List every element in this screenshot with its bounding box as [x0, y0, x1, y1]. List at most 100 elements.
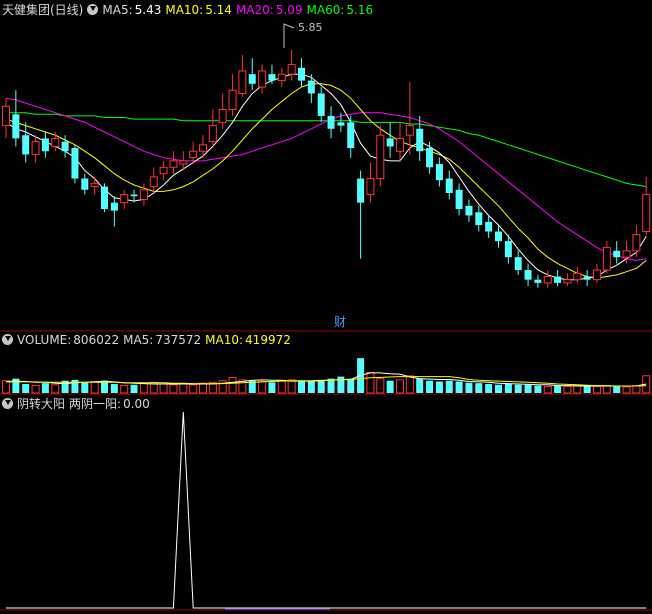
volume-value: 806022 — [73, 333, 120, 347]
volume-bar — [514, 384, 522, 393]
candle-body — [554, 276, 562, 283]
candle-body — [208, 125, 217, 143]
candle-body — [465, 205, 473, 216]
candle-body — [485, 221, 493, 232]
candle-body — [90, 182, 99, 188]
volume-bar — [386, 380, 394, 393]
volume-bar — [81, 382, 89, 393]
candle-body — [613, 250, 621, 258]
candle-body — [455, 189, 463, 210]
volume-bar — [307, 381, 315, 393]
candle-body — [376, 134, 385, 180]
moving-average-lines — [5, 73, 647, 281]
volume-bar — [602, 385, 611, 394]
volume-bar — [524, 383, 532, 393]
volume-dropdown-icon[interactable] — [2, 334, 13, 345]
stock-name: 天健集团(日线) — [2, 3, 84, 17]
volume-bar — [435, 381, 443, 393]
candlesticks — [2, 50, 651, 288]
candle-body — [169, 160, 178, 168]
candle-body — [583, 276, 591, 280]
volume-bar — [376, 378, 385, 394]
finance-marker[interactable]: 财 — [334, 315, 346, 329]
candle-body — [386, 138, 394, 147]
candle-body — [495, 231, 502, 242]
volume-bar — [120, 385, 129, 394]
candle-body — [2, 105, 10, 127]
volume-bar — [485, 383, 493, 393]
volume-bar — [90, 381, 99, 394]
volume-bars — [2, 358, 651, 394]
candle-body — [287, 64, 296, 75]
price-header: 天健集团(日线) MA5: 5.43 MA10: 5.14 MA20: 5.09 MA60: 5… — [2, 2, 377, 18]
candle-body — [139, 189, 148, 200]
volume-bar — [130, 384, 138, 393]
volume-bar — [416, 378, 424, 393]
indicator-dropdown-icon[interactable] — [2, 398, 13, 409]
candle-body — [159, 166, 168, 175]
indicator-sub-label: 两阴一阳: — [69, 397, 122, 411]
candle-body — [71, 148, 79, 179]
volume-bar — [199, 382, 207, 394]
volume-bar — [426, 380, 434, 393]
candle-body — [416, 128, 424, 152]
candle-body — [189, 150, 198, 159]
volume-header: VOLUME: 806022 MA5: 737572 MA10: 419972 — [2, 332, 295, 348]
volume-label: VOLUME: — [17, 333, 72, 347]
volume-bar — [159, 383, 168, 394]
volume-bar — [465, 382, 473, 393]
indicator-value: 0.00 — [123, 397, 150, 411]
volume-bar — [632, 385, 641, 394]
indicator-header: 阴转大阳 两阴一阳: 0.00 — [2, 396, 154, 412]
volume-bar — [110, 383, 118, 393]
candle-body — [12, 114, 20, 139]
ma10-value: 5.14 — [205, 3, 232, 17]
candle-body — [632, 234, 641, 252]
candle-body — [622, 250, 631, 258]
candle-body — [475, 212, 483, 226]
candle-body — [130, 194, 138, 197]
candle-body — [543, 275, 552, 284]
indicator-name: 阴转大阳 — [17, 397, 66, 411]
volume-ma5-label: MA5: — [123, 333, 154, 347]
candle-body — [396, 137, 404, 152]
candle-body — [41, 138, 49, 152]
volume-bar — [277, 380, 286, 394]
candle-body — [61, 141, 69, 152]
ma5-label: MA5: — [102, 3, 133, 17]
volume-bar — [51, 384, 60, 394]
chart-canvas: 5.85 财 — [0, 21, 652, 611]
volume-ma10-value: 419972 — [245, 333, 291, 347]
candle-body — [149, 176, 158, 188]
candle-body — [228, 89, 237, 111]
candle-body — [534, 279, 542, 283]
volume-bar — [445, 380, 453, 393]
volume-bar — [593, 385, 601, 394]
volume-bar — [534, 385, 542, 393]
volume-bar — [563, 385, 572, 394]
signal-polyline — [6, 411, 647, 609]
candle-body — [573, 272, 582, 281]
volume-bar — [495, 384, 502, 393]
ma60-value: 5.16 — [346, 3, 374, 17]
candle-body — [524, 270, 532, 280]
volume-bar — [298, 380, 305, 393]
candle-body — [347, 122, 355, 149]
candle-body — [101, 186, 108, 210]
candle-body — [110, 202, 118, 211]
ma20-value: 5.09 — [275, 3, 303, 17]
peak-price-label: 5.85 — [298, 21, 323, 34]
dropdown-icon[interactable] — [87, 4, 99, 15]
volume-bar — [31, 385, 40, 394]
signal-line — [6, 411, 647, 610]
volume-bar — [179, 383, 188, 394]
volume-bar — [455, 381, 463, 393]
candle-body — [593, 269, 601, 281]
volume-bar — [287, 379, 296, 394]
volume-bar — [41, 383, 49, 393]
candle-body — [120, 194, 129, 204]
candle-body — [298, 67, 305, 81]
volume-bar — [475, 383, 483, 393]
volume-ma10-label: MA10: — [205, 333, 244, 347]
volume-bar — [583, 385, 591, 393]
